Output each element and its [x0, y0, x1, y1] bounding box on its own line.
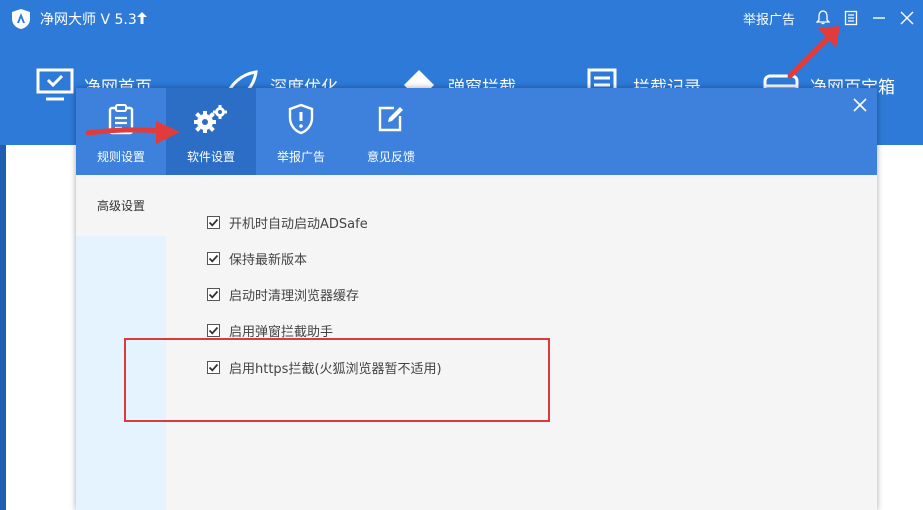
highlight-box: [124, 338, 550, 422]
option-keep-latest[interactable]: 保持最新版本: [207, 249, 307, 268]
popup-assistant-checkbox[interactable]: [207, 324, 220, 337]
option-autostart[interactable]: 开机时自动启动ADSafe: [207, 213, 368, 232]
dialog-close-icon[interactable]: [851, 96, 869, 114]
keep-latest-checkbox[interactable]: [207, 252, 220, 265]
app-title: 净网大师 V 5.3: [40, 12, 137, 28]
tab-feedback[interactable]: 意见反馈: [346, 88, 436, 175]
shield-alert-icon: [288, 103, 314, 135]
app-logo-icon: [12, 9, 30, 29]
gears-icon: [194, 105, 227, 133]
settings-dialog: 规则设置 软件设置 举报广告 意见反馈 高级设置 开机时自动启动ADSafe 保…: [76, 88, 877, 510]
clear-cache-checkbox[interactable]: [207, 288, 220, 301]
annotation-arrow-up-icon: [787, 26, 840, 79]
desktop-edge: [0, 145, 6, 510]
sidebar-item-advanced[interactable]: 高级设置: [76, 175, 166, 236]
annotation-arrow-right-icon: [86, 121, 180, 144]
autostart-checkbox[interactable]: [207, 216, 220, 229]
option-clear-cache[interactable]: 启动时清理浏览器缓存: [207, 285, 359, 304]
monitor-icon: [36, 68, 74, 101]
tab-report-ad[interactable]: 举报广告: [256, 88, 346, 175]
upgrade-arrow-icon[interactable]: [137, 12, 147, 24]
edit-icon: [378, 106, 403, 132]
minimize-icon[interactable]: [869, 8, 889, 28]
close-icon[interactable]: [897, 8, 917, 28]
dialog-header: 规则设置 软件设置 举报广告 意见反馈: [76, 88, 877, 175]
document-icon[interactable]: [841, 8, 861, 28]
